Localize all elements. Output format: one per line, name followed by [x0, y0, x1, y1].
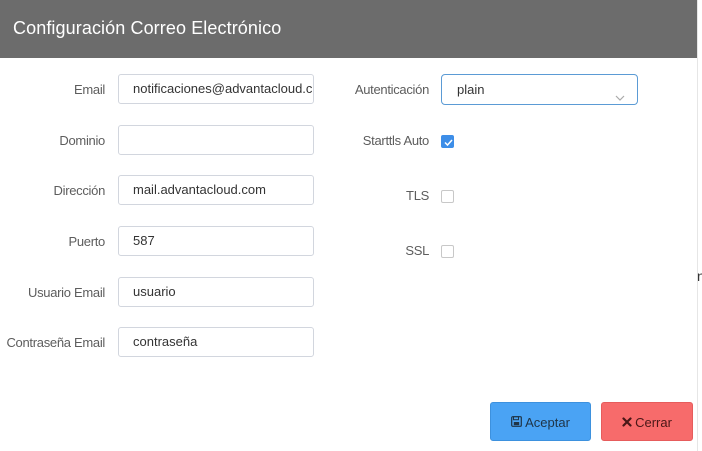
email-config-dialog: Configuración Correo Electrónico Email n… [0, 0, 702, 451]
tls-label: TLS [406, 188, 429, 203]
dialog-title: Configuración Correo Electrónico [13, 18, 282, 38]
contrasena-email-field[interactable]: contraseña [118, 327, 314, 357]
chevron-down-icon [615, 84, 625, 101]
tls-checkbox[interactable] [441, 190, 454, 203]
check-icon [444, 139, 453, 147]
email-field[interactable]: notificaciones@advantacloud.c [118, 74, 314, 104]
close-label: Cerrar [635, 415, 672, 430]
puerto-label: Puerto [68, 234, 105, 249]
ssl-checkbox[interactable] [441, 245, 454, 258]
autenticacion-value: plain [457, 82, 485, 97]
close-button[interactable]: Cerrar [601, 402, 693, 441]
usuario-email-label: Usuario Email [27, 285, 105, 300]
email-label: Email [73, 82, 105, 97]
direccion-field[interactable]: mail.advantacloud.com [118, 175, 314, 205]
autenticacion-label: Autenticación [354, 82, 429, 97]
autenticacion-select[interactable]: plain [441, 74, 638, 105]
close-icon [622, 403, 632, 442]
starttls-label: Starttls Auto [362, 133, 430, 148]
dialog-header: Configuración Correo Electrónico [0, 0, 697, 58]
starttls-checkbox[interactable] [441, 135, 454, 148]
contrasena-email-label: Contraseña Email [6, 335, 105, 350]
accept-label: Aceptar [525, 415, 570, 430]
background-text-fragment: n [697, 268, 702, 284]
save-icon [511, 403, 522, 442]
direccion-label: Dirección [53, 183, 106, 198]
accept-button[interactable]: Aceptar [490, 402, 591, 441]
puerto-field[interactable]: 587 [118, 226, 314, 256]
dominio-label: Dominio [59, 133, 105, 148]
modal-edge [697, 0, 702, 451]
dominio-field[interactable] [118, 125, 314, 155]
usuario-email-field[interactable]: usuario [118, 277, 314, 307]
ssl-label: SSL [405, 243, 429, 258]
